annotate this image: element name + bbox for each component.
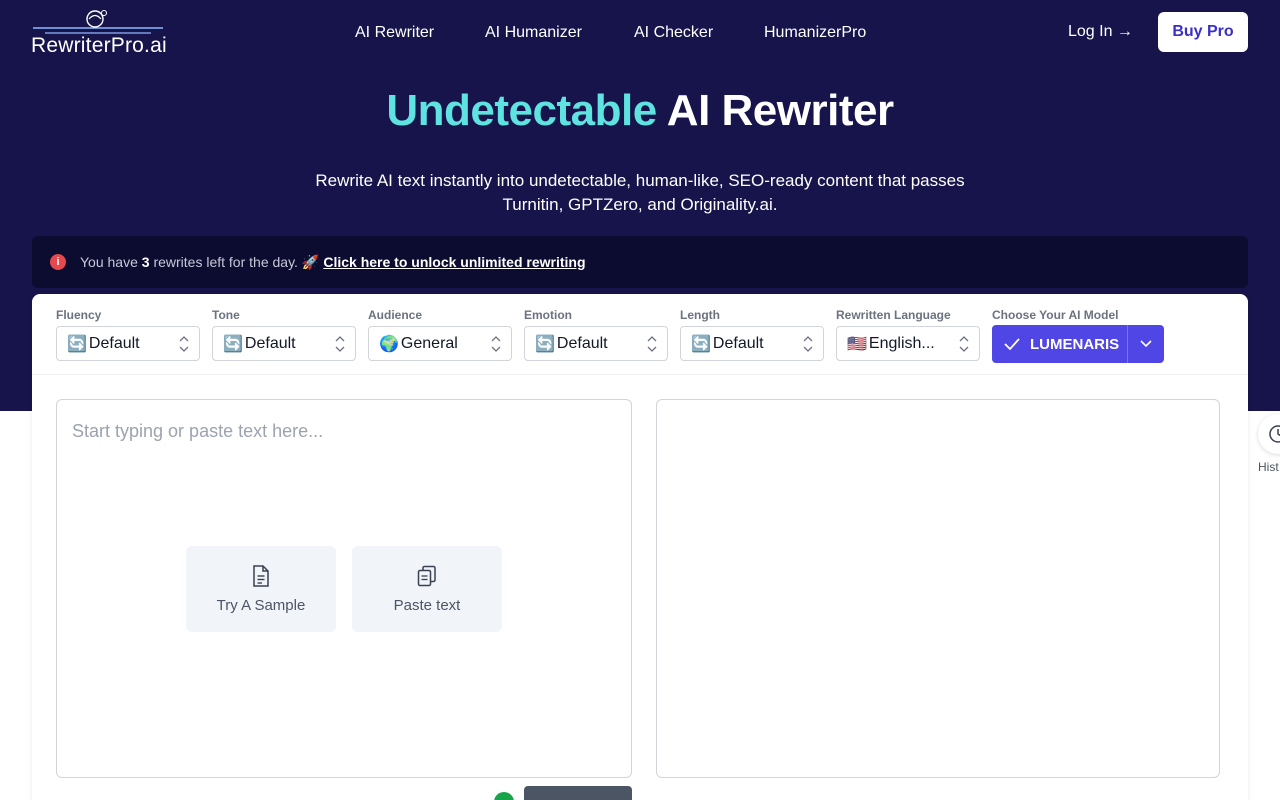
chevron-updown-icon: [803, 336, 813, 352]
model-value: LUMENARIS: [1030, 335, 1120, 353]
nav-ai-checker[interactable]: AI Checker: [634, 24, 713, 42]
audience-control: Audience 🌍 General: [368, 308, 512, 361]
unlock-unlimited-link[interactable]: Click here to unlock unlimited rewriting: [323, 254, 585, 270]
tone-value: Default: [244, 334, 296, 352]
logo-text: RewriterPro.ai: [31, 34, 167, 57]
globe-icon: 🌍: [379, 335, 399, 353]
default-icon: 🔄: [223, 335, 243, 353]
audience-value: General: [400, 334, 458, 352]
history-button[interactable]: [1258, 414, 1280, 454]
title-rest: AI Rewriter: [666, 86, 894, 135]
document-icon: [253, 564, 269, 587]
output-editor[interactable]: [656, 399, 1220, 778]
rewrite-button[interactable]: [524, 786, 632, 800]
language-label: Rewritten Language: [836, 308, 951, 322]
default-icon: 🔄: [535, 335, 555, 353]
try-sample-label: Try A Sample: [216, 596, 306, 614]
title-accent: Undetectable: [386, 86, 657, 135]
fluency-value: Default: [88, 334, 140, 352]
emotion-value: Default: [556, 334, 608, 352]
check-icon: [1004, 338, 1020, 351]
language-control: Rewritten Language 🇺🇸 English...: [836, 308, 980, 361]
emotion-control: Emotion 🔄 Default: [524, 308, 668, 361]
tone-label: Tone: [212, 308, 240, 322]
rewrite-limit-notice: i You have 3 rewrites left for the day. …: [32, 236, 1248, 288]
language-value: English...: [868, 334, 935, 352]
audience-label: Audience: [368, 308, 423, 322]
logo[interactable]: RewriterPro.ai: [31, 8, 167, 60]
model-button[interactable]: LUMENARIS: [992, 325, 1128, 363]
nav-ai-humanizer[interactable]: AI Humanizer: [485, 24, 582, 42]
input-editor[interactable]: Start typing or paste text here... Try A…: [56, 399, 632, 778]
model-control: Choose Your AI Model: [992, 308, 1118, 326]
model-label: Choose Your AI Model: [992, 308, 1119, 322]
divider: [32, 374, 1248, 375]
chevron-updown-icon: [491, 336, 501, 352]
chevron-updown-icon: [335, 336, 345, 352]
tone-control: Tone 🔄 Default: [212, 308, 356, 361]
emotion-select[interactable]: 🔄 Default: [524, 326, 668, 361]
default-icon: 🔄: [67, 335, 87, 353]
rewriter-card: Fluency 🔄 Default Tone 🔄 Default Audienc…: [32, 294, 1248, 800]
fluency-control: Fluency 🔄 Default: [56, 308, 200, 361]
rewrites-count: 3: [141, 254, 150, 270]
ai-model-selector: LUMENARIS: [992, 325, 1164, 363]
chevron-down-icon: [1140, 340, 1152, 348]
nav-ai-rewriter[interactable]: AI Rewriter: [355, 24, 434, 42]
clipboard-icon: [417, 565, 436, 586]
clock-icon: [1269, 425, 1280, 443]
model-dropdown-button[interactable]: [1128, 325, 1164, 363]
length-label: Length: [680, 308, 720, 322]
fluency-label: Fluency: [56, 308, 102, 322]
info-icon: i: [50, 254, 66, 270]
rocket-icon: 🚀: [301, 253, 320, 270]
chevron-updown-icon: [179, 336, 189, 352]
language-select[interactable]: 🇺🇸 English...: [836, 326, 980, 361]
length-control: Length 🔄 Default: [680, 308, 824, 361]
hero-subtitle: Rewrite AI text instantly into undetecta…: [315, 171, 965, 214]
history-label: Hist: [1258, 460, 1279, 474]
paste-text-button[interactable]: Paste text: [352, 546, 502, 632]
try-sample-button[interactable]: Try A Sample: [186, 546, 336, 632]
audience-select[interactable]: 🌍 General: [368, 326, 512, 361]
notice-text: You have 3 rewrites left for the day.: [80, 254, 298, 270]
emotion-label: Emotion: [524, 308, 572, 322]
fluency-select[interactable]: 🔄 Default: [56, 326, 200, 361]
length-select[interactable]: 🔄 Default: [680, 326, 824, 361]
tone-select[interactable]: 🔄 Default: [212, 326, 356, 361]
default-icon: 🔄: [691, 335, 711, 353]
buy-pro-button[interactable]: Buy Pro: [1158, 12, 1248, 52]
chevron-updown-icon: [959, 336, 969, 352]
input-placeholder: Start typing or paste text here...: [72, 421, 324, 441]
chevron-updown-icon: [647, 336, 657, 352]
length-value: Default: [712, 334, 764, 352]
page-title: Undetectable AI Rewriter: [0, 86, 1280, 136]
us-flag-icon: 🇺🇸: [847, 335, 867, 353]
login-link[interactable]: Log In →: [1068, 23, 1133, 41]
nav-humanizerpro[interactable]: HumanizerPro: [764, 24, 866, 42]
paste-text-label: Paste text: [393, 596, 461, 614]
